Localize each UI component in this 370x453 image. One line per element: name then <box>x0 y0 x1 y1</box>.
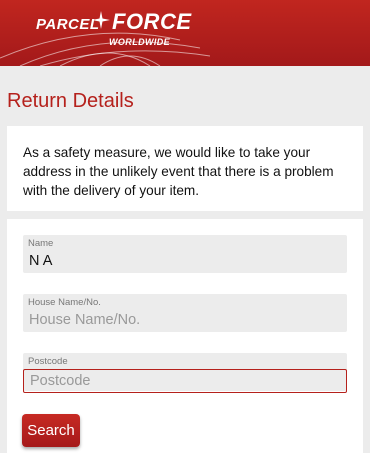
search-button[interactable]: Search <box>22 414 80 447</box>
site-header: PARCEL FORCE WORLDWIDE <box>0 0 370 66</box>
notice-text: As a safety measure, we would like to ta… <box>23 145 334 198</box>
page-title: Return Details <box>7 90 134 112</box>
name-field: Name <box>23 235 347 273</box>
postcode-label: Postcode <box>28 356 68 367</box>
logo-tagline: WORLDWIDE <box>109 37 171 47</box>
house-field: House Name/No. <box>23 294 347 332</box>
star-compass-icon <box>92 11 110 29</box>
logo-word-force: FORCE <box>112 9 192 34</box>
logo-word-parcel: PARCEL <box>36 16 100 33</box>
safety-notice: As a safety measure, we would like to ta… <box>7 126 363 211</box>
postcode-field: Postcode <box>23 353 347 393</box>
return-address-form: Name House Name/No. Postcode Search <box>7 219 363 453</box>
postcode-input[interactable] <box>23 369 347 393</box>
parcelforce-logo[interactable]: PARCEL FORCE WORLDWIDE <box>0 0 370 66</box>
name-input[interactable] <box>23 248 347 273</box>
house-input[interactable] <box>23 307 347 332</box>
